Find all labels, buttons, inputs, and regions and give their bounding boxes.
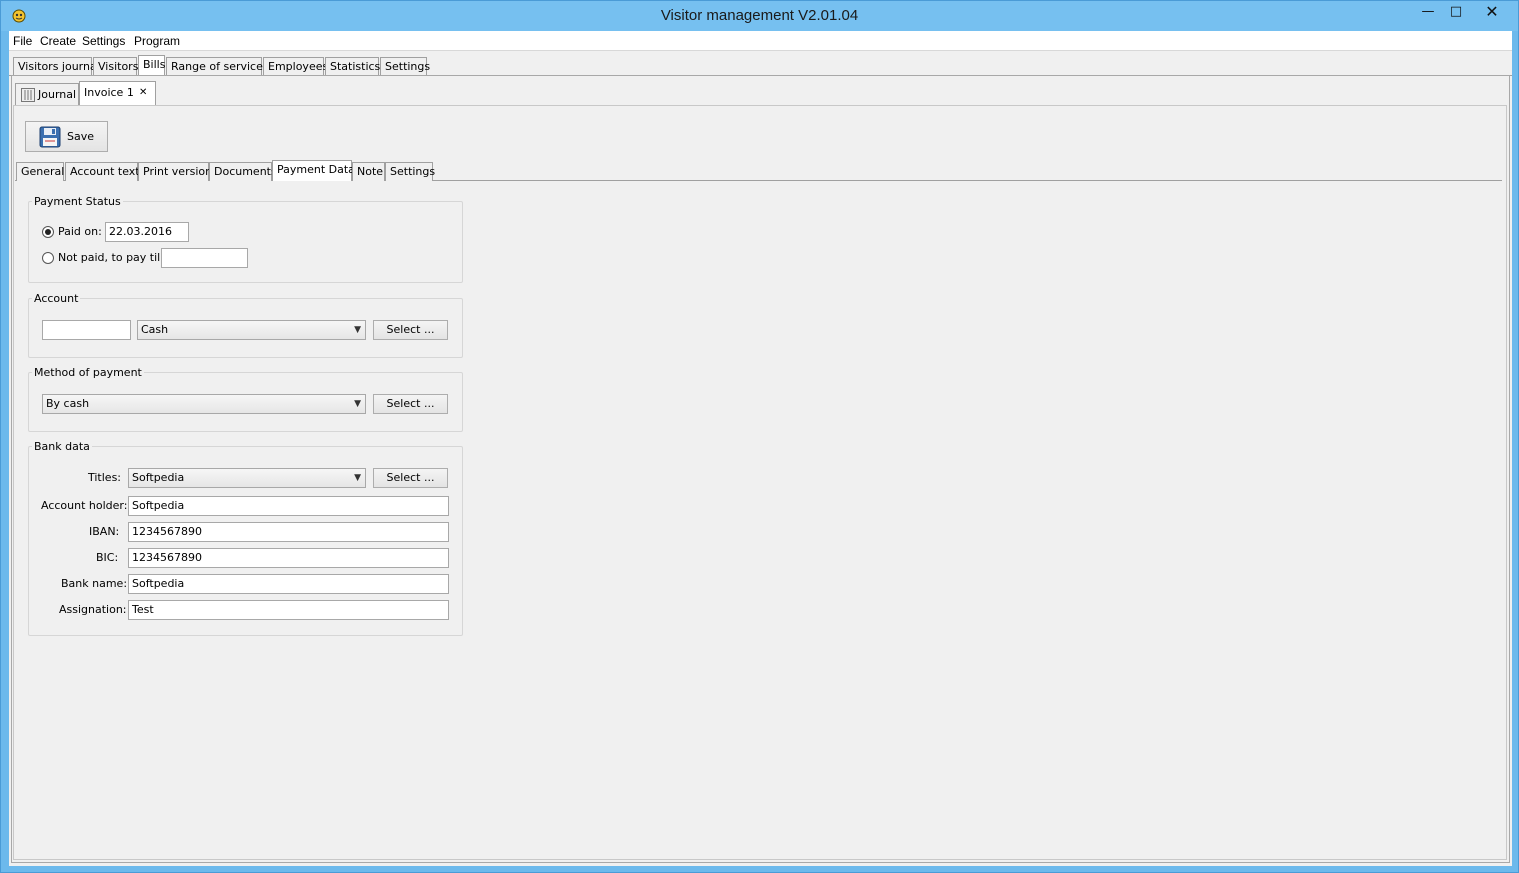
account-select-value: Cash <box>141 323 169 336</box>
paid-on-date-field[interactable]: 22.03.2016 <box>105 222 189 242</box>
account-number-field[interactable] <box>42 320 131 340</box>
tab-journal-label: Journal <box>38 88 77 101</box>
payment-status-group <box>28 201 463 283</box>
tab-invoice-label: Invoice 1 <box>84 86 134 99</box>
tab-general[interactable]: General <box>16 162 64 181</box>
tab-account-text[interactable]: Account text <box>65 162 140 181</box>
payment-method-value: By cash <box>46 397 90 410</box>
method-of-payment-title: Method of payment <box>32 366 144 379</box>
tab-bills[interactable]: Bills <box>138 55 165 76</box>
menu-file[interactable]: File <box>13 34 32 48</box>
account-select-button[interactable]: Select ... <box>373 320 448 340</box>
tab-range-of-services[interactable]: Range of services <box>166 57 269 76</box>
tab-settings-sub[interactable]: Settings <box>385 162 435 181</box>
iban-field[interactable]: 1234567890 <box>128 522 449 542</box>
chevron-down-icon: ▼ <box>354 399 361 409</box>
not-paid-radio[interactable] <box>42 252 54 264</box>
payment-status-title: Payment Status <box>32 195 123 208</box>
bank-data-title: Bank data <box>32 440 92 453</box>
tab-visitors-journal[interactable]: Visitors journal <box>13 57 100 76</box>
tab-note[interactable]: Note <box>352 162 385 181</box>
maximize-icon[interactable]: □ <box>1441 1 1471 23</box>
paid-on-radio[interactable] <box>42 226 54 238</box>
not-paid-label: Not paid, to pay till: <box>58 251 167 264</box>
titles-label: Titles: <box>88 471 122 484</box>
bic-field[interactable]: 1234567890 <box>128 548 449 568</box>
titles-select-value: Softpedia <box>132 471 185 484</box>
paid-on-label: Paid on: <box>58 225 102 238</box>
app-window: Visitor management V2.01.04 — □ ✕ File C… <box>0 0 1519 873</box>
tab-employees[interactable]: Employees <box>263 57 328 76</box>
payment-method-select[interactable]: By cash ▼ <box>42 394 366 414</box>
save-button-label: Save <box>67 130 95 143</box>
tab-payment-data[interactable]: Payment Data <box>272 160 355 181</box>
account-holder-field[interactable]: Softpedia <box>128 496 449 516</box>
close-icon[interactable]: ✕ <box>1469 1 1515 23</box>
tab-documents[interactable]: Documents <box>209 162 277 181</box>
window-title: Visitor management V2.01.04 <box>660 7 859 24</box>
menu-bar: File Create Settings Program <box>9 31 1512 51</box>
bank-name-field[interactable]: Softpedia <box>128 574 449 594</box>
assignation-label: Assignation: <box>59 603 127 616</box>
tab-statistics[interactable]: Statistics <box>325 57 380 76</box>
account-select[interactable]: Cash ▼ <box>137 320 366 340</box>
tab-invoice-1[interactable]: Invoice 1 ✕ <box>79 81 156 106</box>
bank-name-label: Bank name: <box>61 577 128 590</box>
iban-label: IBAN: <box>89 525 120 538</box>
save-button[interactable]: Save <box>25 121 108 152</box>
tab-journal[interactable]: Journal <box>15 83 79 106</box>
menu-create[interactable]: Create <box>40 34 76 48</box>
tab-settings-main[interactable]: Settings <box>380 57 430 76</box>
titles-select[interactable]: Softpedia ▼ <box>128 468 366 488</box>
title-bar[interactable]: Visitor management V2.01.04 — □ ✕ <box>1 1 1518 31</box>
assignation-field[interactable]: Test <box>128 600 449 620</box>
minimize-icon[interactable]: — <box>1413 1 1443 23</box>
client-area: File Create Settings Program Visitors jo… <box>9 31 1512 866</box>
close-tab-icon[interactable]: ✕ <box>139 82 147 104</box>
bic-label: BIC: <box>96 551 119 564</box>
account-title: Account <box>32 292 81 305</box>
tab-visitors[interactable]: Visitors <box>93 57 138 76</box>
chevron-down-icon: ▼ <box>354 473 361 483</box>
floppy-disk-icon <box>39 126 61 148</box>
titles-select-button[interactable]: Select ... <box>373 468 448 488</box>
chevron-down-icon: ▼ <box>354 325 361 335</box>
account-holder-label: Account holder: <box>41 499 128 512</box>
menu-settings[interactable]: Settings <box>82 34 125 48</box>
pay-till-date-field[interactable] <box>161 248 248 268</box>
journal-icon <box>21 88 35 102</box>
menu-program[interactable]: Program <box>134 34 180 48</box>
tab-print-version[interactable]: Print version <box>138 162 212 181</box>
method-select-button[interactable]: Select ... <box>373 394 448 414</box>
